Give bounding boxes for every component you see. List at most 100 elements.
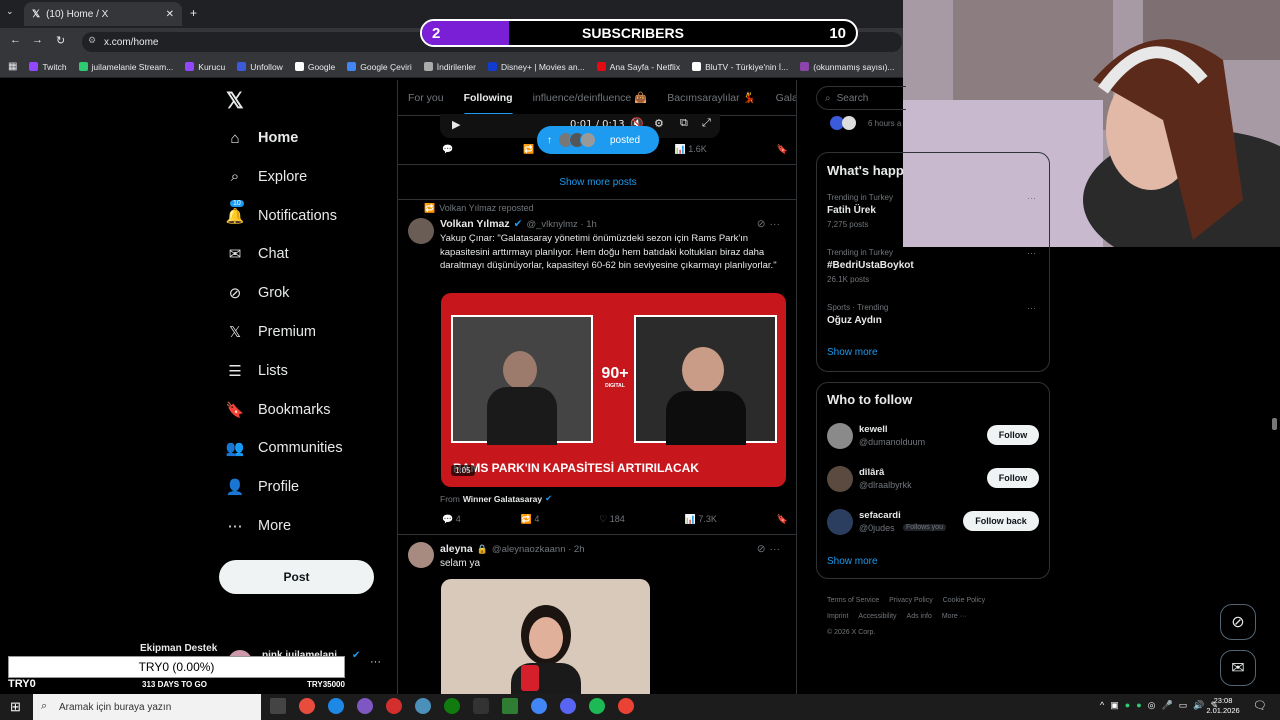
notifications-center-icon[interactable]: 🗨	[1253, 699, 1267, 712]
bookmark-item[interactable]: Unfollow	[237, 62, 283, 72]
chrome-icon[interactable]	[618, 698, 634, 714]
bookmark-item[interactable]: BluTV - Türkiye'nin İ...	[692, 62, 788, 72]
settings-icon[interactable]: ⚙	[654, 117, 664, 130]
from-name[interactable]: Winner Galatasaray	[463, 494, 542, 504]
nav-item-more[interactable]: ⋯ More	[226, 512, 292, 540]
avatar[interactable]	[408, 542, 434, 568]
suggested-name[interactable]: dîlârâ	[859, 467, 884, 478]
nav-item-lists[interactable]: ☰ Lists	[226, 357, 288, 385]
trend-more-icon[interactable]: ···	[1027, 303, 1036, 313]
app-icon[interactable]	[299, 698, 315, 714]
edge-icon[interactable]	[328, 698, 344, 714]
apps-icon[interactable]: ▦	[8, 61, 17, 72]
avatar[interactable]	[827, 466, 853, 492]
more-icon[interactable]: ···	[770, 543, 781, 555]
bookmark-item[interactable]: İndirilenler	[423, 62, 476, 72]
post-button[interactable]: Post	[219, 560, 374, 594]
nav-item-chat[interactable]: ✉ Chat	[226, 240, 289, 268]
chrome-icon[interactable]	[531, 698, 547, 714]
bookmark-item[interactable]: (okunmamış sayısı)...	[800, 62, 895, 72]
more-icon[interactable]: ···	[770, 218, 781, 230]
trend-more-icon[interactable]: ···	[1027, 193, 1036, 203]
taskbar-clock[interactable]: 23:08 2.01.2026	[1198, 696, 1248, 716]
nav-item-explore[interactable]: ⌕ Explore	[226, 163, 307, 191]
tray-app-icon[interactable]: ◎	[1148, 700, 1156, 711]
repost-icon[interactable]: 🔁	[521, 514, 535, 524]
repost-icon[interactable]: 🔁	[523, 144, 534, 155]
trends-show-more[interactable]: Show more	[827, 347, 878, 358]
nav-item-communities[interactable]: 👥 Communities	[226, 434, 343, 462]
xbox-icon[interactable]	[444, 698, 460, 714]
nav-item-grok[interactable]: ⊘ Grok	[226, 279, 290, 307]
scrollbar-thumb[interactable]	[1272, 418, 1277, 430]
footer-link[interactable]: More ···	[942, 613, 967, 620]
site-info-icon[interactable]: ⚙	[88, 35, 96, 46]
tab-list-icon[interactable]: ⌄	[6, 6, 14, 17]
windows-start-icon[interactable]: ⊞	[10, 699, 21, 715]
follow-button[interactable]: Follow	[987, 425, 1039, 445]
nav-item-home[interactable]: ⌂ Home	[226, 124, 298, 152]
bookmark-item[interactable]: juilamelanie Stream...	[78, 62, 173, 72]
author-name[interactable]: Volkan Yılmaz	[440, 218, 510, 230]
author-handle[interactable]: @aleynaozkaann · 2h	[492, 544, 585, 555]
account-more-icon[interactable]: ···	[370, 656, 381, 668]
footer-link[interactable]: Imprint	[827, 613, 848, 620]
post-media[interactable]: 90+ DIGITAL RAMS PARK'IN KAPASİTESİ ARTI…	[441, 293, 786, 487]
tray-chevron-icon[interactable]: ^	[1100, 700, 1104, 711]
app-icon[interactable]	[502, 698, 518, 714]
repost-text[interactable]: Volkan Yılmaz reposted	[439, 203, 533, 214]
reply-icon[interactable]: 💬	[442, 144, 453, 155]
timeline-tab[interactable]: For you	[408, 92, 444, 104]
new-tab-icon[interactable]: +	[190, 6, 197, 20]
trend-title[interactable]: Fatih Ürek	[827, 205, 876, 216]
avatar[interactable]	[827, 423, 853, 449]
timeline-tab[interactable]: Gala	[776, 92, 796, 104]
follow-button[interactable]: Follow	[987, 468, 1039, 488]
nav-item-profile[interactable]: 👤 Profile	[226, 473, 299, 501]
like-icon[interactable]: ♡	[599, 514, 610, 524]
bookmark-item[interactable]: Disney+ | Movies an...	[487, 62, 585, 72]
timeline-tab[interactable]: influence/deinfluence 👜	[533, 91, 648, 104]
taskbar-search[interactable]: ⌕ Aramak için buraya yazın	[33, 694, 261, 720]
footer-link[interactable]: Ads info	[907, 613, 932, 620]
app-icon[interactable]	[415, 698, 431, 714]
play-icon[interactable]: ▶	[452, 118, 460, 131]
network-icon[interactable]: ▭	[1179, 700, 1188, 711]
follow-button[interactable]: Follow back	[963, 511, 1039, 531]
trend-title[interactable]: #BedriUstaBoykot	[827, 260, 914, 271]
mic-icon[interactable]: 🎤	[1161, 700, 1172, 711]
spotify-icon[interactable]	[589, 698, 605, 714]
forward-icon[interactable]: →	[32, 34, 43, 46]
discord-icon[interactable]	[560, 698, 576, 714]
author-name[interactable]: aleyna	[440, 543, 473, 555]
nav-item-premium[interactable]: 𝕏 Premium	[226, 318, 316, 346]
nav-item-notifications[interactable]: 🔔 10 Notifications	[226, 199, 337, 230]
bookmark-item[interactable]: Kurucu	[185, 62, 225, 72]
footer-link[interactable]: Accessibility	[858, 613, 896, 620]
x-logo-icon[interactable]: 𝕏	[226, 88, 244, 114]
app-icon[interactable]	[473, 698, 489, 714]
grok-icon[interactable]: ⊘	[757, 218, 766, 230]
avatar[interactable]	[827, 509, 853, 535]
bookmark-item[interactable]: Twitch	[29, 62, 67, 72]
tray-app-icon[interactable]: ●	[1125, 700, 1130, 711]
task-view-icon[interactable]	[270, 698, 286, 714]
who-show-more[interactable]: Show more	[827, 556, 878, 567]
trend-title[interactable]: Oğuz Aydın	[827, 315, 882, 326]
app-icon[interactable]	[357, 698, 373, 714]
show-more-posts-link[interactable]: Show more posts	[398, 164, 796, 200]
trend-more-icon[interactable]: ···	[1027, 248, 1036, 258]
footer-link[interactable]: Privacy Policy	[889, 597, 933, 604]
opera-icon[interactable]	[386, 698, 402, 714]
suggested-name[interactable]: sefacardi	[859, 510, 901, 521]
search-box[interactable]: ⌕ Search	[816, 86, 906, 110]
post-media[interactable]	[441, 579, 650, 700]
fullscreen-icon[interactable]: ⤢	[702, 117, 711, 130]
messages-float-icon[interactable]: ✉	[1220, 650, 1256, 686]
suggested-name[interactable]: kewell	[859, 424, 888, 435]
nav-item-bookmarks[interactable]: 🔖 Bookmarks	[226, 396, 331, 424]
bookmark-item[interactable]: Ana Sayfa - Netflix	[596, 62, 680, 72]
footer-link[interactable]: Cookie Policy	[943, 597, 985, 604]
grok-float-icon[interactable]: ⊘	[1220, 604, 1256, 640]
grok-icon[interactable]: ⊘	[757, 543, 766, 555]
